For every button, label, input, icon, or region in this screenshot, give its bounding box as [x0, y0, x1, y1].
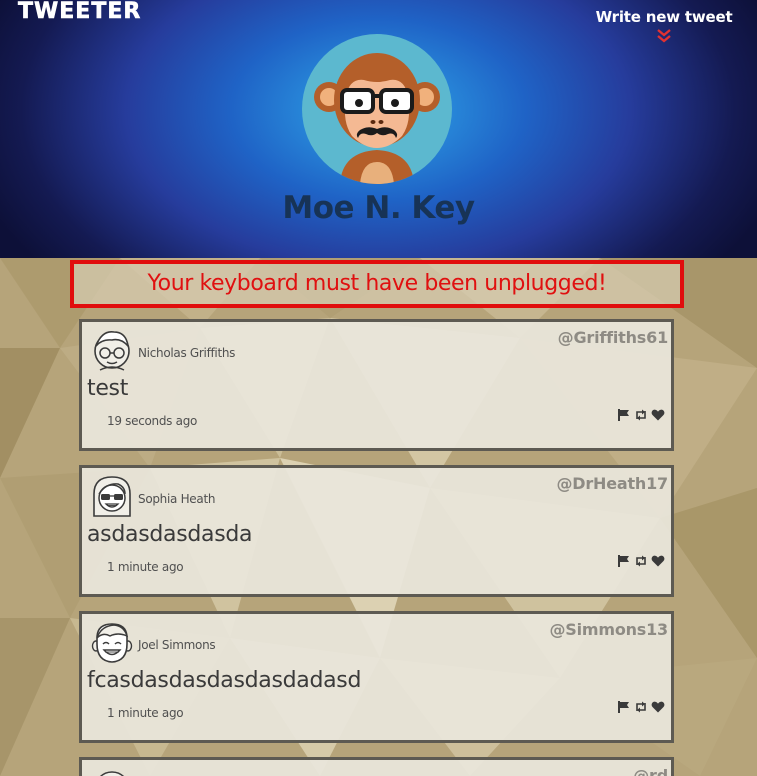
- profile-avatar: [302, 34, 452, 184]
- error-message: Your keyboard must have been unplugged!: [70, 260, 684, 308]
- tweet-timestamp: 19 seconds ago: [107, 414, 198, 428]
- tweet-handle: @DrHeath17: [556, 474, 668, 493]
- heart-icon[interactable]: [651, 700, 665, 714]
- user-woman-avatar-icon: [93, 476, 131, 517]
- avatar: [88, 472, 136, 520]
- tweet-author: Nicholas Griffiths: [138, 346, 236, 360]
- flag-icon[interactable]: [617, 408, 631, 422]
- avatar: [88, 326, 136, 374]
- user-avatar-icon: [99, 771, 125, 776]
- profile-name: Moe N. Key: [282, 190, 475, 226]
- retweet-icon[interactable]: [634, 554, 648, 568]
- flag-icon[interactable]: [617, 554, 631, 568]
- avatar: [88, 618, 136, 666]
- double-chevron-down-icon: [657, 29, 671, 43]
- tweet-card: Nicholas Griffiths @Griffiths61 test 19 …: [79, 319, 674, 451]
- tweet-card: Joel Simmons @Simmons13 fcasdasdasdasdas…: [79, 611, 674, 743]
- tweet-timestamp: 1 minute ago: [107, 560, 184, 574]
- tweet-card: @rd: [79, 757, 674, 776]
- user-man-avatar-icon: [91, 623, 133, 663]
- retweet-icon[interactable]: [634, 700, 648, 714]
- tweet-actions: [617, 700, 665, 714]
- tweet-text: test: [87, 376, 129, 401]
- retweet-icon[interactable]: [634, 408, 648, 422]
- tweet-text: fcasdasdasdasdasdadasd: [87, 668, 362, 693]
- tweet-author: Joel Simmons: [138, 638, 216, 652]
- write-new-tweet-label: Write new tweet: [595, 8, 733, 26]
- tweet-card: Sophia Heath @DrHeath17 asdasdasdasda 1 …: [79, 465, 674, 597]
- tweet-actions: [617, 408, 665, 422]
- app-logo[interactable]: TWEETER: [18, 0, 141, 24]
- tweet-text: asdasdasdasda: [87, 522, 253, 547]
- flag-icon[interactable]: [617, 700, 631, 714]
- write-new-tweet-button[interactable]: Write new tweet: [594, 8, 734, 44]
- profile-header: TWEETER Write new tweet Moe N. Key: [0, 0, 757, 258]
- heart-icon[interactable]: [651, 554, 665, 568]
- tweet-handle: @rd: [633, 766, 668, 776]
- tweet-author: Sophia Heath: [138, 492, 216, 506]
- heart-icon[interactable]: [651, 408, 665, 422]
- tweet-handle: @Simmons13: [549, 620, 668, 639]
- tweet-handle: @Griffiths61: [557, 328, 669, 347]
- user-glasses-avatar-icon: [94, 330, 130, 371]
- tweet-actions: [617, 554, 665, 568]
- avatar: [88, 764, 136, 776]
- tweet-timestamp: 1 minute ago: [107, 706, 184, 720]
- monkey-avatar-icon: [314, 53, 440, 184]
